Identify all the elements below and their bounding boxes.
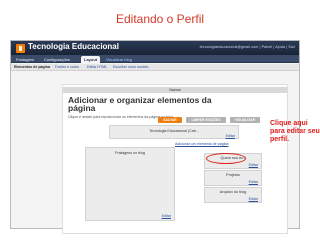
- slide-title: Editando o Perfil: [115, 12, 205, 26]
- account-links: tecnologiaeducacional@gmail.com | Painel…: [199, 45, 295, 49]
- add-gadget-link[interactable]: Adicionar um elemento de página: [175, 142, 229, 146]
- gadget-edit-link[interactable]: Editar: [249, 180, 258, 184]
- blogger-logo-icon: [16, 44, 25, 53]
- top-bar: Tecnologia Educacional tecnologiaeducaci…: [11, 41, 299, 55]
- gadget-arquivo[interactable]: Arquivo do blog Editar: [204, 187, 262, 203]
- save-button[interactable]: SALVAR: [158, 117, 182, 123]
- tab-configuracoes[interactable]: Configurações: [41, 56, 73, 63]
- tab-visualizar-blog[interactable]: Visualizar blog: [103, 56, 135, 63]
- gadget-projetos[interactable]: Projetos Editar: [204, 170, 262, 186]
- gadget-edit-link[interactable]: Editar: [249, 163, 258, 167]
- highlight-ring: [206, 153, 246, 164]
- signout-link[interactable]: Sair: [288, 45, 295, 49]
- gadget-title: Projetos: [226, 173, 240, 177]
- tab-postagem[interactable]: Postagem: [13, 56, 37, 63]
- header-title: Tecnologia Educacional (Cab...: [149, 129, 199, 133]
- dashboard-link[interactable]: Painel: [262, 45, 273, 49]
- subtab-elementos[interactable]: Elementos de página: [14, 65, 50, 69]
- blog-name: Tecnologia Educacional: [28, 42, 119, 51]
- main-tabs: Postagem Configurações Layout Visualizar…: [11, 55, 299, 63]
- tab-layout[interactable]: Layout: [81, 56, 101, 63]
- posts-edit-link[interactable]: Editar: [162, 214, 171, 218]
- posts-title: Postagens no blog: [115, 151, 145, 155]
- header-edit-link[interactable]: Editar: [226, 134, 235, 138]
- preview-button[interactable]: VISUALIZAR: [230, 117, 260, 123]
- help-link[interactable]: Ajuda: [275, 45, 285, 49]
- account-email: tecnologiaeducacional@gmail.com: [199, 45, 259, 49]
- gadget-edit-link[interactable]: Editar: [249, 197, 258, 201]
- subtab-html[interactable]: Editar HTML: [87, 65, 107, 69]
- header-element[interactable]: Tecnologia Educacional (Cab... Editar: [109, 125, 239, 139]
- page-heading: Adicionar e organizar elementos da págin…: [68, 95, 212, 113]
- blog-posts-element[interactable]: Postagens no blog Editar: [85, 147, 175, 221]
- clear-edits-button[interactable]: LIMPAR EDIÇÕES: [186, 117, 226, 123]
- callout-text: Clique aqui para editar seu perfil.: [270, 120, 320, 143]
- layout-subtabs: Elementos de página Fontes e cores Edita…: [11, 64, 299, 71]
- subtab-fontes[interactable]: Fontes e cores: [55, 65, 79, 69]
- navbar-element[interactable]: Navbar: [63, 87, 287, 93]
- subtab-modelo[interactable]: Escolher novo modelo: [113, 65, 149, 69]
- gadget-title: Arquivo do blog: [219, 190, 247, 194]
